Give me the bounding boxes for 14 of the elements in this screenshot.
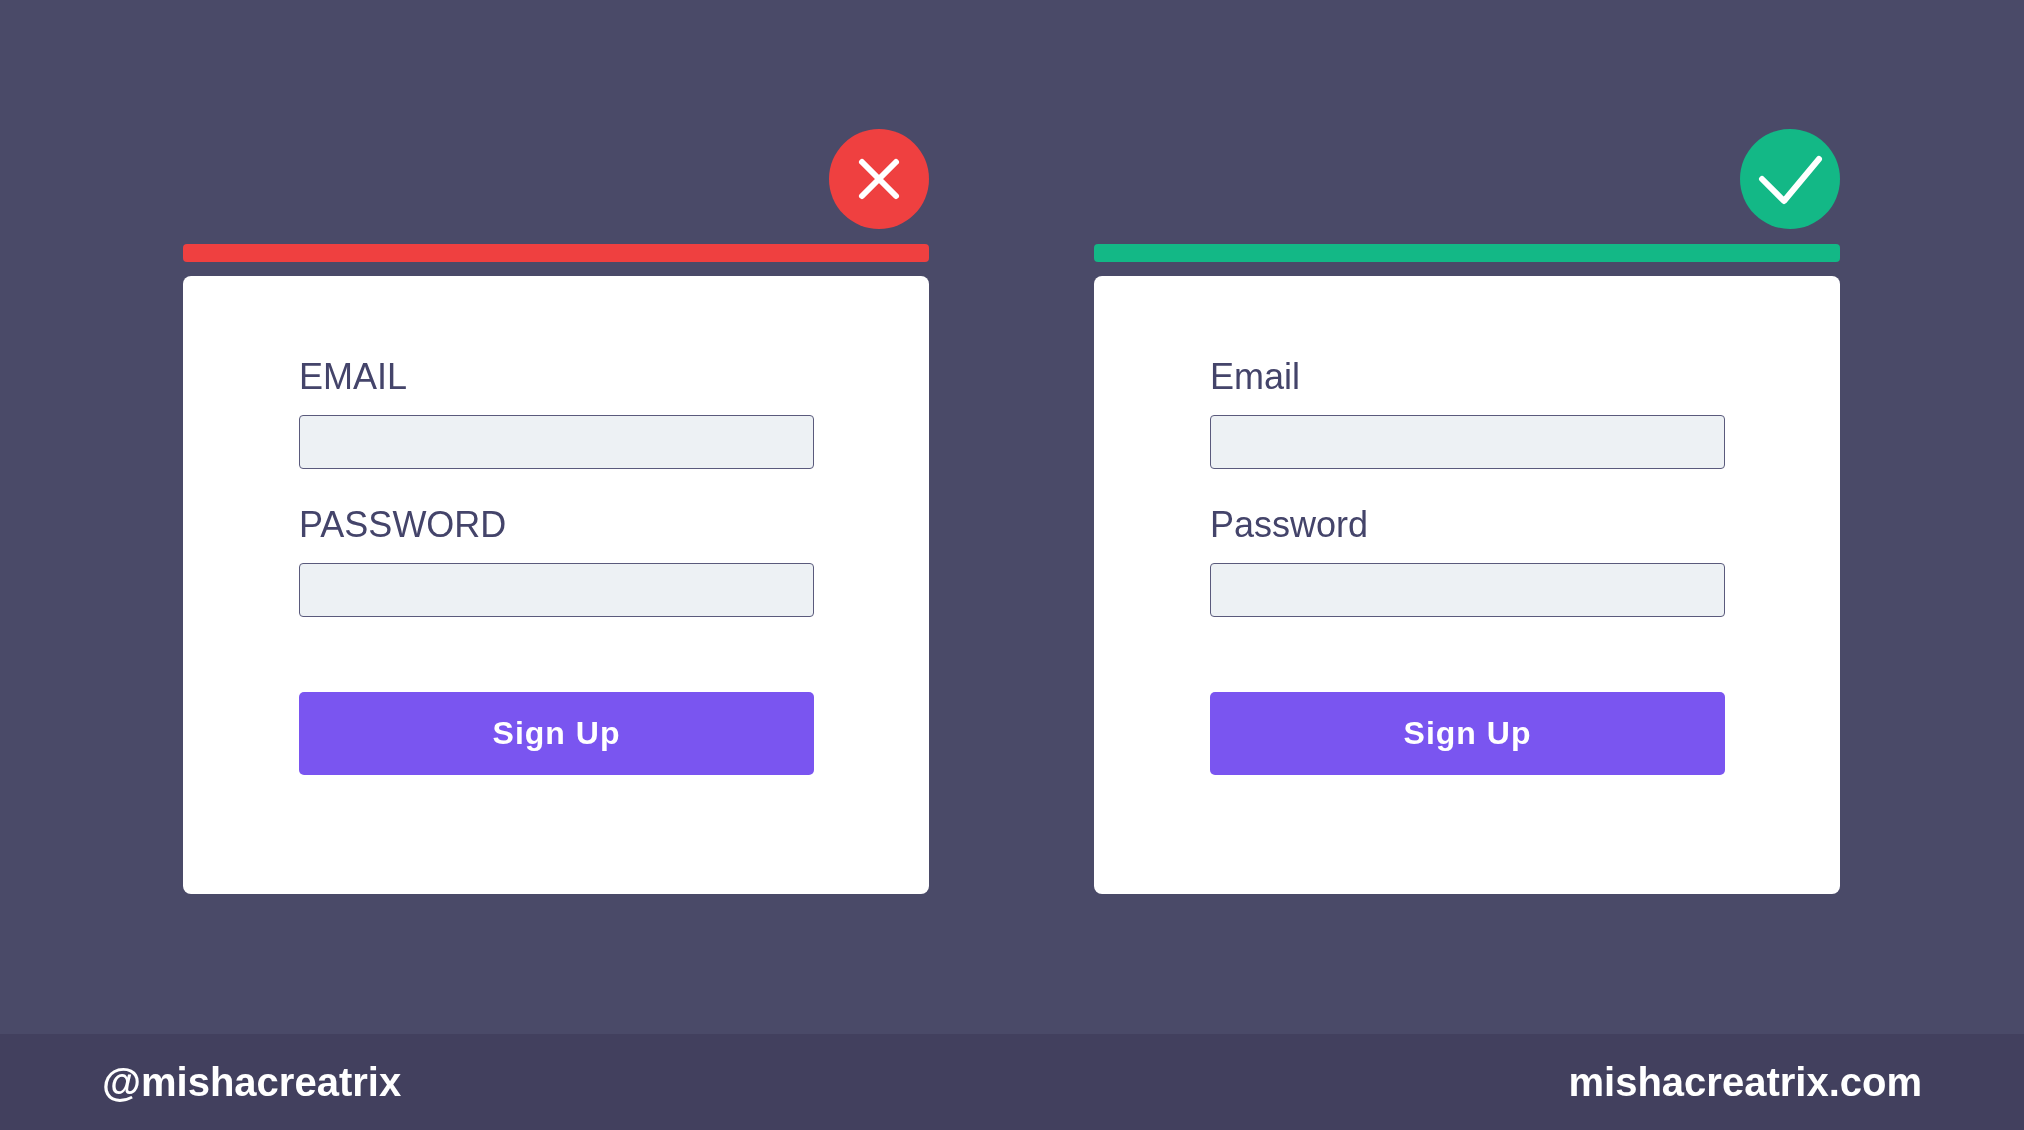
field-label: PASSWORD	[299, 503, 507, 547]
sign-up-button[interactable]: Sign Up	[299, 692, 814, 775]
sign-up-button[interactable]: Sign Up	[1210, 692, 1725, 775]
social-handle: @mishacreatrix	[102, 1059, 402, 1106]
input-field[interactable]	[1210, 415, 1725, 469]
cross-icon	[829, 129, 929, 229]
input-field[interactable]	[299, 415, 814, 469]
field-label: EMAIL	[299, 355, 408, 399]
field-label: Password	[1210, 503, 1369, 547]
check-icon	[1740, 129, 1840, 229]
field-label: Email	[1210, 355, 1301, 399]
website-address: mishacreatrix.com	[1568, 1059, 1922, 1106]
input-field[interactable]	[1210, 563, 1725, 617]
input-field[interactable]	[299, 563, 814, 617]
